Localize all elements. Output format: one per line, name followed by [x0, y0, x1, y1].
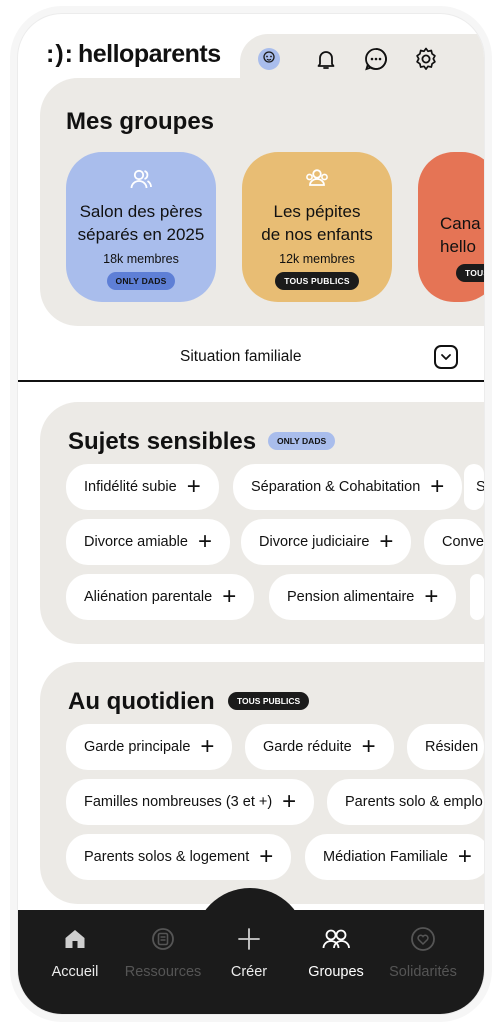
plus-icon: + [424, 583, 439, 610]
group-name: Les pépites de nos enfants [261, 202, 373, 244]
audience-badge: ONLY DADS [106, 272, 176, 290]
heart-icon [411, 927, 435, 951]
group-card[interactable]: Canahello TOUS [418, 152, 484, 302]
daily-topics-title: Au quotidien [68, 688, 215, 715]
group-card[interactable]: Salon des pères séparés en 2025 18k membr… [66, 152, 216, 302]
topic-chip[interactable]: Médiation Familiale + [305, 834, 484, 880]
plus-icon: + [186, 473, 201, 500]
plus-icon: + [197, 528, 212, 555]
plus-icon: + [200, 733, 215, 760]
group-name: Cana hello [440, 214, 481, 256]
plus-icon: + [259, 843, 274, 870]
groups-title: Mes groupes [66, 108, 215, 135]
group-people-icon [130, 169, 152, 189]
situation-label: Situation familiale [180, 348, 302, 365]
group-name: Salon des pères séparés en 2025 [77, 202, 205, 244]
topic-chip[interactable]: Conve [424, 519, 484, 565]
topic-chip[interactable]: Familles nombreuses (3 et +) + [66, 779, 315, 825]
audience-badge: TOUS PUBLICS [275, 272, 359, 290]
topic-chip[interactable]: Aliénation parentale + [66, 574, 255, 620]
nav-item-ressources[interactable]: Ressources [118, 924, 208, 980]
home-icon [65, 930, 85, 948]
plus-icon [238, 928, 260, 950]
gear-icon[interactable] [411, 44, 441, 74]
plus-icon: + [282, 788, 297, 815]
nav-item-accueil[interactable]: Accueil [30, 924, 120, 980]
nav-item-groupes[interactable]: Groupes [291, 924, 381, 980]
app-screen: :): helloparents Mes groupes Salon des pè… [18, 14, 484, 1014]
topic-chip[interactable]: Garde principale + [66, 724, 233, 770]
chat-bubble-icon[interactable] [361, 44, 391, 74]
plus-icon: + [379, 528, 394, 555]
avatar-icon[interactable] [254, 44, 284, 74]
topic-chip[interactable]: S [464, 464, 484, 510]
app-logo: :): helloparents [46, 40, 221, 68]
topic-chip[interactable]: Divorce judiciaire + [241, 519, 412, 565]
nav-label: Créer [230, 964, 268, 980]
topic-chip[interactable]: Parents solo & emplo [327, 779, 484, 825]
topic-chip[interactable]: Infidélité subie + [66, 464, 219, 510]
audience-badge: ONLY DADS [268, 432, 336, 450]
nav-item-solidarites[interactable]: Solidarités [378, 924, 468, 980]
topic-chip[interactable]: Garde réduite + [245, 724, 394, 770]
nav-label: Groupes [308, 964, 364, 980]
nav-label: Solidarités [389, 964, 457, 980]
group-members-count: 18k membres [103, 252, 179, 266]
topic-chip[interactable]: Séparation & Cohabitation + [233, 464, 463, 510]
nav-label: Ressources [124, 964, 202, 980]
audience-badge: TOUS [456, 264, 484, 282]
nav-label: Accueil [51, 964, 99, 980]
plus-icon: + [457, 843, 472, 870]
plus-icon: + [430, 473, 445, 500]
sensitive-topics-title: Sujets sensibles [68, 428, 257, 455]
group-members-count: 12k membres [279, 252, 355, 266]
groups-icon [322, 929, 350, 949]
topic-chip[interactable]: Divorce amiable + [66, 519, 230, 565]
nav-item-creer[interactable]: Créer [204, 924, 294, 980]
situation-filter[interactable]: Situation familiale [18, 336, 484, 382]
phone-frame: :): helloparents Mes groupes Salon des pè… [0, 0, 500, 1024]
topic-chip[interactable]: Pension alimentaire + [269, 574, 457, 620]
topic-chip[interactable] [470, 574, 484, 620]
group-card[interactable]: Les pépites de nos enfants 12k membres TO… [242, 152, 392, 302]
bell-icon[interactable] [311, 44, 341, 74]
chevron-down-icon[interactable] [434, 345, 458, 369]
topic-chip[interactable]: Parents solos & logement + [66, 834, 292, 880]
audience-badge: TOUS PUBLICS [228, 692, 310, 710]
plus-icon: + [361, 733, 376, 760]
plus-icon: + [222, 583, 237, 610]
topic-chip[interactable]: Résiden [407, 724, 484, 770]
group-people-icon [306, 169, 328, 186]
document-icon [152, 928, 174, 950]
